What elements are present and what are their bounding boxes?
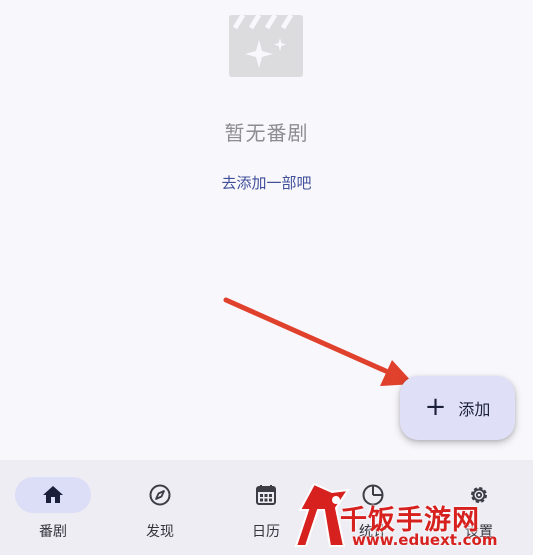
fab-label: 添加 — [458, 400, 491, 419]
nav-label: 日历 — [252, 524, 280, 540]
nav-label: 统计 — [359, 524, 387, 540]
compass-icon — [149, 484, 171, 506]
add-anime-link[interactable]: 去添加一部吧 — [0, 172, 533, 193]
nav-label: 发现 — [146, 524, 174, 540]
nav-item-calendar[interactable]: 日历 — [213, 460, 319, 555]
empty-state-title: 暂无番剧 — [224, 121, 309, 145]
gear-icon — [471, 487, 487, 503]
plus-icon: + — [424, 392, 447, 422]
nav-item-anime[interactable]: 番剧 — [0, 460, 106, 555]
pie-chart-icon — [362, 484, 384, 506]
nav-item-stats[interactable]: 统计 — [320, 460, 426, 555]
add-fab-button[interactable]: + 添加 — [400, 376, 515, 440]
nav-label: 番剧 — [39, 524, 67, 540]
movie-clapperboard-icon — [229, 14, 303, 77]
nav-item-settings[interactable]: 设置 — [426, 460, 532, 555]
bottom-navigation: 番剧 发现 日历 统计 设置 — [0, 460, 533, 555]
nav-label: 设置 — [465, 524, 493, 540]
calendar-icon — [256, 485, 276, 505]
home-icon — [43, 486, 63, 503]
nav-item-discover[interactable]: 发现 — [107, 460, 213, 555]
